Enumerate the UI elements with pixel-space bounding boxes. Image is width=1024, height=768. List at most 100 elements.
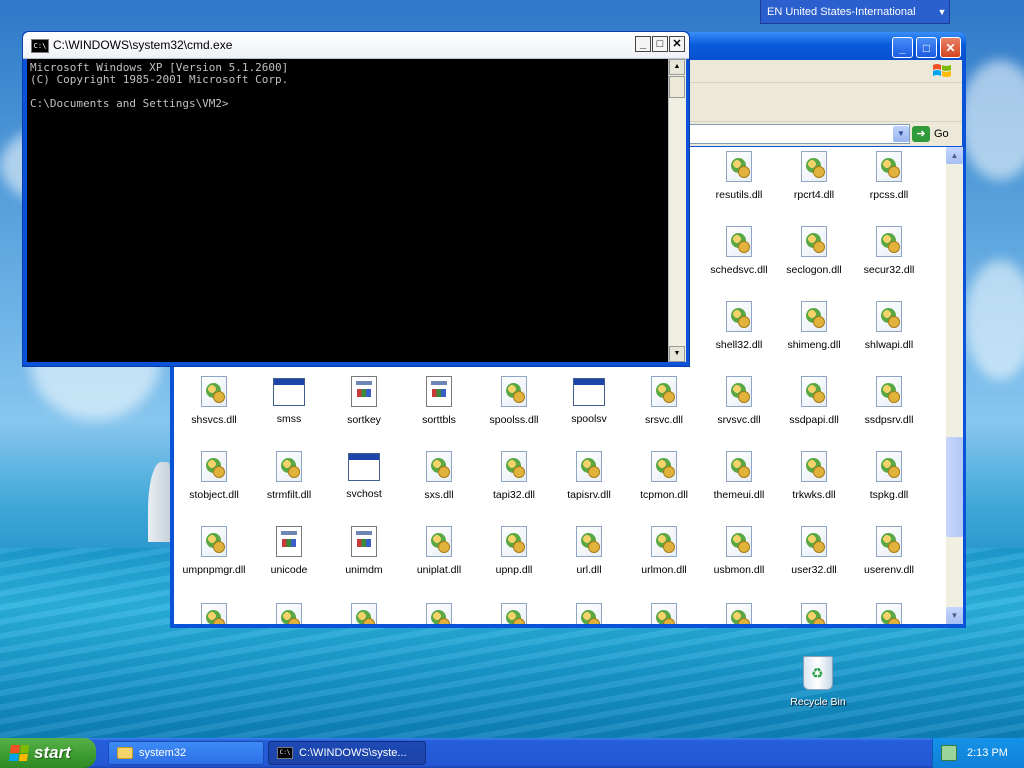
dll-file-icon [726, 451, 752, 482]
scroll-thumb[interactable] [946, 437, 963, 537]
file-item[interactable]: tcpmon.dll [626, 451, 702, 521]
file-item[interactable]: schedsvc.dll [701, 226, 777, 296]
start-button[interactable]: start [0, 738, 96, 768]
dll-file-icon [876, 301, 902, 332]
file-item[interactable]: shsvcs.dll [176, 376, 252, 446]
file-item[interactable]: usbmon.dll [701, 526, 777, 596]
maximize-button[interactable]: □ [652, 36, 668, 52]
recycle-bin[interactable]: Recycle Bin [786, 656, 850, 708]
document-icon [351, 376, 377, 407]
file-item[interactable]: unicode [251, 526, 327, 596]
sailboat [148, 462, 170, 542]
file-item[interactable]: seclogon.dll [776, 226, 852, 296]
file-item[interactable]: userenv.dll [851, 526, 927, 596]
dll-file-icon [501, 376, 527, 407]
dll-file-icon [576, 451, 602, 482]
file-item[interactable]: uniplat.dll [401, 526, 477, 596]
file-name: spoolsv [571, 413, 607, 425]
maximize-button[interactable]: □ [916, 37, 937, 58]
minimize-button[interactable]: _ [635, 36, 651, 52]
file-name: shell32.dll [715, 339, 763, 351]
network-icon[interactable] [941, 745, 957, 761]
taskbar-button-system32[interactable]: system32 [108, 741, 264, 765]
dll-file-icon [801, 451, 827, 482]
file-item[interactable]: svchost [326, 451, 402, 521]
file-name: ssdpsrv.dll [864, 414, 914, 426]
file-item[interactable]: url.dll [551, 526, 627, 596]
file-item[interactable]: ssdpsrv.dll [851, 376, 927, 446]
cmd-icon: C:\ [277, 747, 293, 759]
dll-file-icon [426, 451, 452, 482]
go-button[interactable]: ➜ Go [912, 124, 960, 144]
console-output[interactable]: Microsoft Windows XP [Version 5.1.2600](… [27, 59, 668, 362]
scroll-down-icon[interactable]: ▼ [946, 607, 963, 624]
file-item[interactable]: stobject.dll [176, 451, 252, 521]
language-bar[interactable]: EN United States-International ▼ [760, 0, 950, 24]
file-name: unimdm [345, 564, 383, 576]
dll-file-icon [801, 151, 827, 182]
file-item[interactable]: shell32.dll [701, 301, 777, 371]
dll-file-icon [876, 603, 902, 624]
taskbar-button-cmd[interactable]: C:\ C:\WINDOWS\syste... [268, 741, 426, 765]
file-item[interactable]: srvsvc.dll [701, 376, 777, 446]
file-item[interactable]: smss [251, 376, 327, 446]
file-item[interactable]: shimeng.dll [776, 301, 852, 371]
file-item[interactable]: ssdpapi.dll [776, 376, 852, 446]
chevron-down-icon[interactable]: ▼ [935, 7, 949, 17]
file-item[interactable]: themeui.dll [701, 451, 777, 521]
windows-logo-icon [933, 64, 951, 77]
file-item[interactable]: spoolss.dll [476, 376, 552, 446]
minimize-button[interactable]: _ [892, 37, 913, 58]
application-icon [348, 453, 380, 481]
dll-file-icon [801, 603, 827, 624]
dll-file-icon [726, 526, 752, 557]
clock[interactable]: 2:13 PM [967, 747, 1008, 759]
vertical-scrollbar[interactable]: ▲ ▼ [946, 147, 963, 624]
file-item[interactable]: trkwks.dll [776, 451, 852, 521]
scroll-thumb[interactable] [669, 76, 685, 98]
file-item[interactable]: rpcss.dll [851, 151, 927, 221]
dll-file-icon [726, 151, 752, 182]
file-item[interactable]: umpnpmgr.dll [176, 526, 252, 596]
file-item[interactable]: srsvc.dll [626, 376, 702, 446]
scroll-down-icon[interactable]: ▼ [669, 346, 685, 362]
dll-file-icon [351, 603, 377, 624]
scroll-up-icon[interactable]: ▲ [946, 147, 963, 164]
cmd-window-title: C:\WINDOWS\system32\cmd.exe [53, 38, 233, 52]
file-item[interactable]: rpcrt4.dll [776, 151, 852, 221]
file-name: strmfilt.dll [266, 489, 312, 501]
taskbar-button-label: system32 [139, 747, 187, 759]
file-item[interactable]: sorttbls [401, 376, 477, 446]
file-name: urlmon.dll [641, 564, 687, 576]
dll-file-icon [726, 376, 752, 407]
file-item[interactable]: secur32.dll [851, 226, 927, 296]
console-line: C:\Documents and Settings\VM2> [30, 97, 229, 110]
file-item[interactable]: sortkey [326, 376, 402, 446]
file-item[interactable]: upnp.dll [476, 526, 552, 596]
file-item[interactable]: tspkg.dll [851, 451, 927, 521]
file-item[interactable]: resutils.dll [701, 151, 777, 221]
file-name: upnp.dll [495, 564, 533, 576]
file-name: userenv.dll [864, 564, 914, 576]
file-item[interactable]: user32.dll [776, 526, 852, 596]
close-button[interactable]: ✕ [940, 37, 961, 58]
scroll-up-icon[interactable]: ▲ [669, 59, 685, 75]
file-item[interactable]: spoolsv [551, 376, 627, 446]
close-button[interactable]: ✕ [669, 36, 685, 52]
file-item[interactable]: shlwapi.dll [851, 301, 927, 371]
file-name: sxs.dll [424, 489, 454, 501]
cmd-titlebar[interactable]: C:\ C:\WINDOWS\system32\cmd.exe _ □ ✕ [23, 32, 689, 59]
dll-file-icon [876, 151, 902, 182]
file-name: stobject.dll [189, 489, 239, 501]
dll-file-icon [501, 526, 527, 557]
file-item[interactable]: tapisrv.dll [551, 451, 627, 521]
file-item[interactable]: urlmon.dll [626, 526, 702, 596]
console-scrollbar[interactable]: ▲ ▼ [668, 59, 686, 362]
file-item[interactable]: unimdm [326, 526, 402, 596]
dll-file-icon [276, 603, 302, 624]
chevron-down-icon[interactable]: ▼ [893, 126, 909, 142]
file-item[interactable]: sxs.dll [401, 451, 477, 521]
file-item[interactable]: strmfilt.dll [251, 451, 327, 521]
file-item[interactable]: tapi32.dll [476, 451, 552, 521]
dll-file-icon [801, 301, 827, 332]
